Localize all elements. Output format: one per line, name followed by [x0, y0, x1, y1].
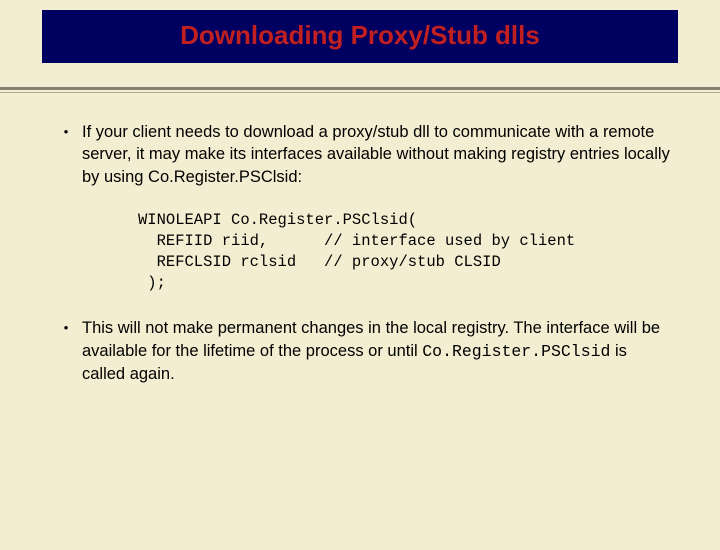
- divider-main: [0, 87, 720, 90]
- code-block: WINOLEAPI Co.Register.PSClsid( REFIID ri…: [138, 210, 670, 294]
- content-area: • If your client needs to download a pro…: [0, 93, 720, 385]
- title-bar: Downloading Proxy/Stub dlls: [42, 10, 678, 63]
- bullet-marker: •: [50, 121, 82, 188]
- slide-title: Downloading Proxy/Stub dlls: [42, 20, 678, 51]
- bullet-item: • This will not make permanent changes i…: [50, 317, 670, 385]
- bullet-marker: •: [50, 317, 82, 385]
- bullet-text-2: This will not make permanent changes in …: [82, 317, 670, 385]
- bullet-item: • If your client needs to download a pro…: [50, 121, 670, 188]
- bullet-text-1: If your client needs to download a proxy…: [82, 121, 670, 188]
- bullet-2-code: Co.Register.PSClsid: [422, 342, 610, 361]
